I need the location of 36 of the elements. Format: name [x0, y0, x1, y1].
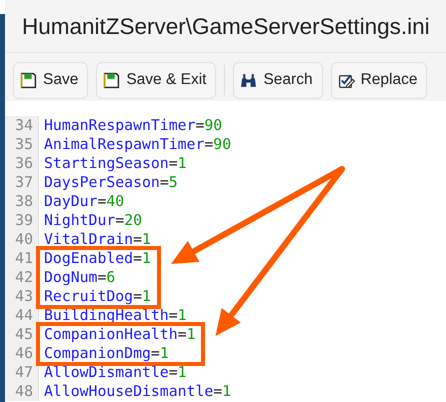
save-button[interactable]: Save & Exit: [96, 62, 216, 98]
line-number: 44: [5, 306, 39, 325]
code-line: DayDur=40: [44, 192, 124, 211]
code-line: AllowHouseDismantle=1: [44, 382, 232, 401]
line-number: 35: [5, 135, 39, 154]
line-number: 41: [5, 249, 39, 268]
line-number: 39: [5, 211, 39, 230]
line-number: 42: [5, 268, 39, 287]
search-button[interactable]: Search: [233, 62, 323, 98]
binoculars-icon: [240, 72, 258, 88]
line-number: 36: [5, 154, 39, 173]
code-line: RecruitDog=1: [44, 287, 151, 306]
code-line: AllowDismantle=1: [44, 363, 187, 382]
line-number: 37: [5, 173, 39, 192]
save-button[interactable]: Save: [13, 62, 88, 98]
line-number: 40: [5, 230, 39, 249]
window-title: HumanitZServer\GameServerSettings.ini: [22, 14, 430, 40]
line-number: 48: [5, 382, 39, 401]
code-line: CompanionDmg=1: [44, 344, 169, 363]
code-line: DaysPerSeason=5: [44, 173, 178, 192]
line-number: 43: [5, 287, 39, 306]
line-number: 38: [5, 192, 39, 211]
line-number: 34: [5, 116, 39, 135]
code-line: StartingSeason=1: [44, 154, 187, 173]
line-number: 47: [5, 363, 39, 382]
code-line: BuildingHealth=1: [44, 306, 187, 325]
code-line: AnimalRespawnTimer=90: [44, 135, 232, 154]
code-line: CompanionHealth=1: [44, 325, 196, 344]
code-line: DogNum=6: [44, 268, 116, 287]
code-line: HumanRespawnTimer=90: [44, 116, 222, 135]
line-number: 45: [5, 325, 39, 344]
line-number: 46: [5, 344, 39, 363]
code-line: NightDur=20: [44, 211, 142, 230]
code-line: VitalDrain=1: [44, 230, 151, 249]
code-line: DogEnabled=1: [44, 249, 151, 268]
replace-button[interactable]: Replace: [330, 62, 428, 98]
